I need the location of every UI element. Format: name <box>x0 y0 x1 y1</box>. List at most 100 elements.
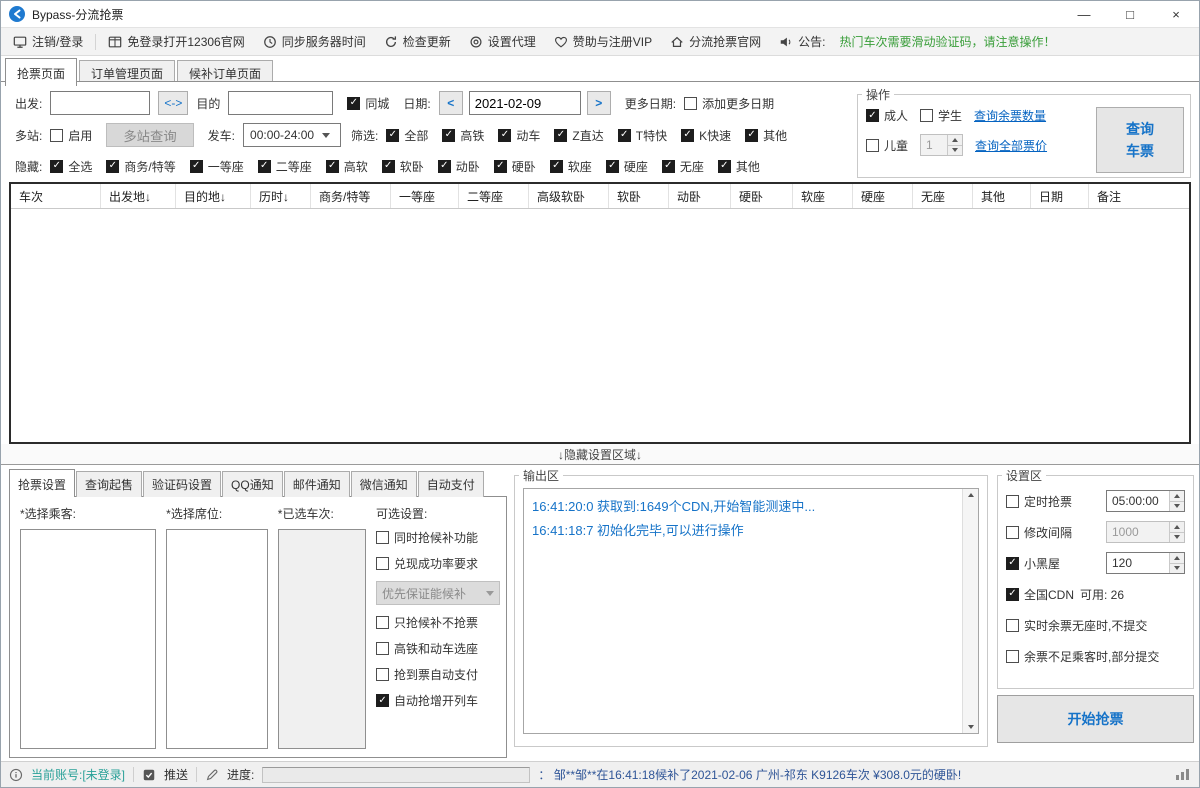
filter-kuaisu-checkbox[interactable]: K快速 <box>681 127 731 144</box>
toolbar-official-site[interactable]: 分流抢票官网 <box>664 30 767 53</box>
checkbox-icon <box>681 129 694 142</box>
query-price-link[interactable]: 查询全部票价 <box>975 137 1047 154</box>
col-train-number[interactable]: 车次 <box>11 184 101 208</box>
blackroom-checkbox[interactable]: 小黑屋 <box>1006 555 1060 572</box>
multi-enable-checkbox[interactable]: 启用 <box>50 127 92 144</box>
push-label[interactable]: 推送 <box>164 766 188 783</box>
col-destination[interactable]: 目的地↓ <box>176 184 251 208</box>
spinner-down-button[interactable] <box>948 145 962 156</box>
swap-stations-button[interactable]: <-> <box>158 91 188 115</box>
toolbar-separator <box>95 34 96 50</box>
date-next-button[interactable]: > <box>587 91 611 115</box>
toolbar-check-update[interactable]: 检查更新 <box>378 30 457 53</box>
toolbar-sponsor-vip[interactable]: 赞助与注册VIP <box>548 30 658 53</box>
timed-grab-stepper[interactable]: 05:00:00 <box>1106 490 1185 512</box>
hide-yingwo-checkbox[interactable]: 硬卧 <box>494 158 536 175</box>
scroll-up-icon[interactable] <box>968 493 974 497</box>
add-more-dates-checkbox[interactable]: 添加更多日期 <box>684 95 774 112</box>
hide-second-class-checkbox[interactable]: 二等座 <box>258 158 312 175</box>
child-count-stepper[interactable]: 1 <box>920 134 963 156</box>
auto-pay-checkbox[interactable]: 抢到票自动支付 <box>376 666 500 683</box>
spinner-down-button[interactable] <box>1170 532 1184 543</box>
spinner-down-button[interactable] <box>1170 501 1184 512</box>
maximize-button[interactable]: □ <box>1107 1 1153 27</box>
seat-listbox[interactable] <box>166 529 268 749</box>
filter-dongche-checkbox[interactable]: 动车 <box>498 127 540 144</box>
same-city-checkbox[interactable]: 同城 <box>347 95 389 112</box>
toolbar-logout-login[interactable]: 注销/登录 <box>7 30 89 53</box>
window-title: Bypass-分流抢票 <box>32 6 123 23</box>
blackroom-stepper[interactable]: 120 <box>1106 552 1185 574</box>
depart-time-select[interactable]: 00:00-24:00 <box>243 123 341 147</box>
waitlist-only-checkbox[interactable]: 只抢候补不抢票 <box>376 614 500 631</box>
filter-all-checkbox[interactable]: 全部 <box>386 127 428 144</box>
tab-grab-page[interactable]: 抢票页面 <box>5 58 77 86</box>
tab-wechat-notify[interactable]: 微信通知 <box>351 471 417 497</box>
hide-wuzuo-checkbox[interactable]: 无座 <box>662 158 704 175</box>
depart-input[interactable] <box>50 91 150 115</box>
tab-grab-settings[interactable]: 抢票设置 <box>9 469 75 497</box>
hide-other-checkbox[interactable]: 其他 <box>718 158 760 175</box>
child-checkbox[interactable]: 儿童 <box>866 137 908 154</box>
hide-ruanzuo-checkbox[interactable]: 软座 <box>550 158 592 175</box>
student-checkbox[interactable]: 学生 <box>920 107 962 124</box>
partial-submit-checkbox[interactable]: 余票不足乘客时,部分提交 <box>1006 648 1159 665</box>
auto-grab-extra-trains-checkbox[interactable]: 自动抢增开列车 <box>376 692 500 709</box>
minimize-button[interactable]: — <box>1061 1 1107 27</box>
tab-auto-pay[interactable]: 自动支付 <box>418 471 484 497</box>
hide-business-checkbox[interactable]: 商务/特等 <box>106 158 175 175</box>
query-tickets-button[interactable]: 查询车票 <box>1096 107 1184 173</box>
hide-dongwo-checkbox[interactable]: 动卧 <box>438 158 480 175</box>
multi-query-button[interactable]: 多站查询 <box>106 123 193 147</box>
timed-grab-checkbox[interactable]: 定时抢票 <box>1006 493 1072 510</box>
filter-other-checkbox[interactable]: 其他 <box>745 127 787 144</box>
col-soft-seat: 软座 <box>793 184 853 208</box>
tab-qq-notify[interactable]: QQ通知 <box>222 471 283 497</box>
log-line: 16:41:18:7 初始化完毕,可以进行操作 <box>532 519 954 543</box>
start-grab-button[interactable]: 开始抢票 <box>997 695 1194 743</box>
adult-checkbox[interactable]: 成人 <box>866 107 908 124</box>
scroll-down-icon[interactable] <box>968 725 974 729</box>
interval-stepper[interactable]: 1000 <box>1106 521 1185 543</box>
tab-query-sale-start[interactable]: 查询起售 <box>76 471 142 497</box>
interval-checkbox[interactable]: 修改间隔 <box>1006 524 1072 541</box>
spinner-up-button[interactable] <box>1170 553 1184 563</box>
hide-settings-divider[interactable]: ↓隐藏设置区域↓ <box>1 444 1199 465</box>
selected-train-listbox[interactable] <box>278 529 366 749</box>
redeem-rate-checkbox[interactable]: 兑现成功率要求 <box>376 555 500 572</box>
filter-gaotie-checkbox[interactable]: 高铁 <box>442 127 484 144</box>
col-duration[interactable]: 历时↓ <box>251 184 311 208</box>
passenger-listbox[interactable] <box>20 529 156 749</box>
date-input[interactable] <box>469 91 581 115</box>
hide-all-checkbox[interactable]: 全选 <box>50 158 92 175</box>
hide-first-class-checkbox[interactable]: 一等座 <box>190 158 244 175</box>
optional-settings-column: 可选设置: 同时抢候补功能 兑现成功率要求 优先保证能候补 只抢候补不抢票 高铁… <box>376 505 500 749</box>
spinner-up-button[interactable] <box>948 135 962 145</box>
no-seat-no-submit-checkbox[interactable]: 实时余票无座时,不提交 <box>1006 617 1147 634</box>
cdn-checkbox[interactable]: 全国CDN <box>1006 586 1074 603</box>
hide-yingzuo-checkbox[interactable]: 硬座 <box>606 158 648 175</box>
hide-ruanwo-checkbox[interactable]: 软卧 <box>382 158 424 175</box>
waitlist-priority-select[interactable]: 优先保证能候补 <box>376 581 500 605</box>
current-account-text: 当前账号:[未登录] <box>31 766 125 783</box>
hide-gaoruan-checkbox[interactable]: 高软 <box>326 158 368 175</box>
filter-tekuai-checkbox[interactable]: T特快 <box>618 127 667 144</box>
seat-selection-checkbox[interactable]: 高铁和动车选座 <box>376 640 500 657</box>
dest-input[interactable] <box>228 91 333 115</box>
toolbar-sync-time[interactable]: 同步服务器时间 <box>257 30 372 53</box>
checkbox-icon <box>1006 557 1019 570</box>
tab-captcha-settings[interactable]: 验证码设置 <box>143 471 221 497</box>
tab-email-notify[interactable]: 邮件通知 <box>284 471 350 497</box>
spinner-up-button[interactable] <box>1170 491 1184 501</box>
toolbar-set-proxy[interactable]: 设置代理 <box>463 30 542 53</box>
date-prev-button[interactable]: < <box>439 91 463 115</box>
spinner-down-button[interactable] <box>1170 563 1184 574</box>
toolbar-open-12306[interactable]: 免登录打开12306官网 <box>102 30 250 53</box>
col-origin[interactable]: 出发地↓ <box>101 184 176 208</box>
query-remaining-link[interactable]: 查询余票数量 <box>974 107 1046 124</box>
output-scrollbar[interactable] <box>962 489 978 733</box>
close-button[interactable]: × <box>1153 1 1199 27</box>
filter-zhida-checkbox[interactable]: Z直达 <box>554 127 603 144</box>
spinner-up-button[interactable] <box>1170 522 1184 532</box>
waitlist-同时-checkbox[interactable]: 同时抢候补功能 <box>376 529 500 546</box>
